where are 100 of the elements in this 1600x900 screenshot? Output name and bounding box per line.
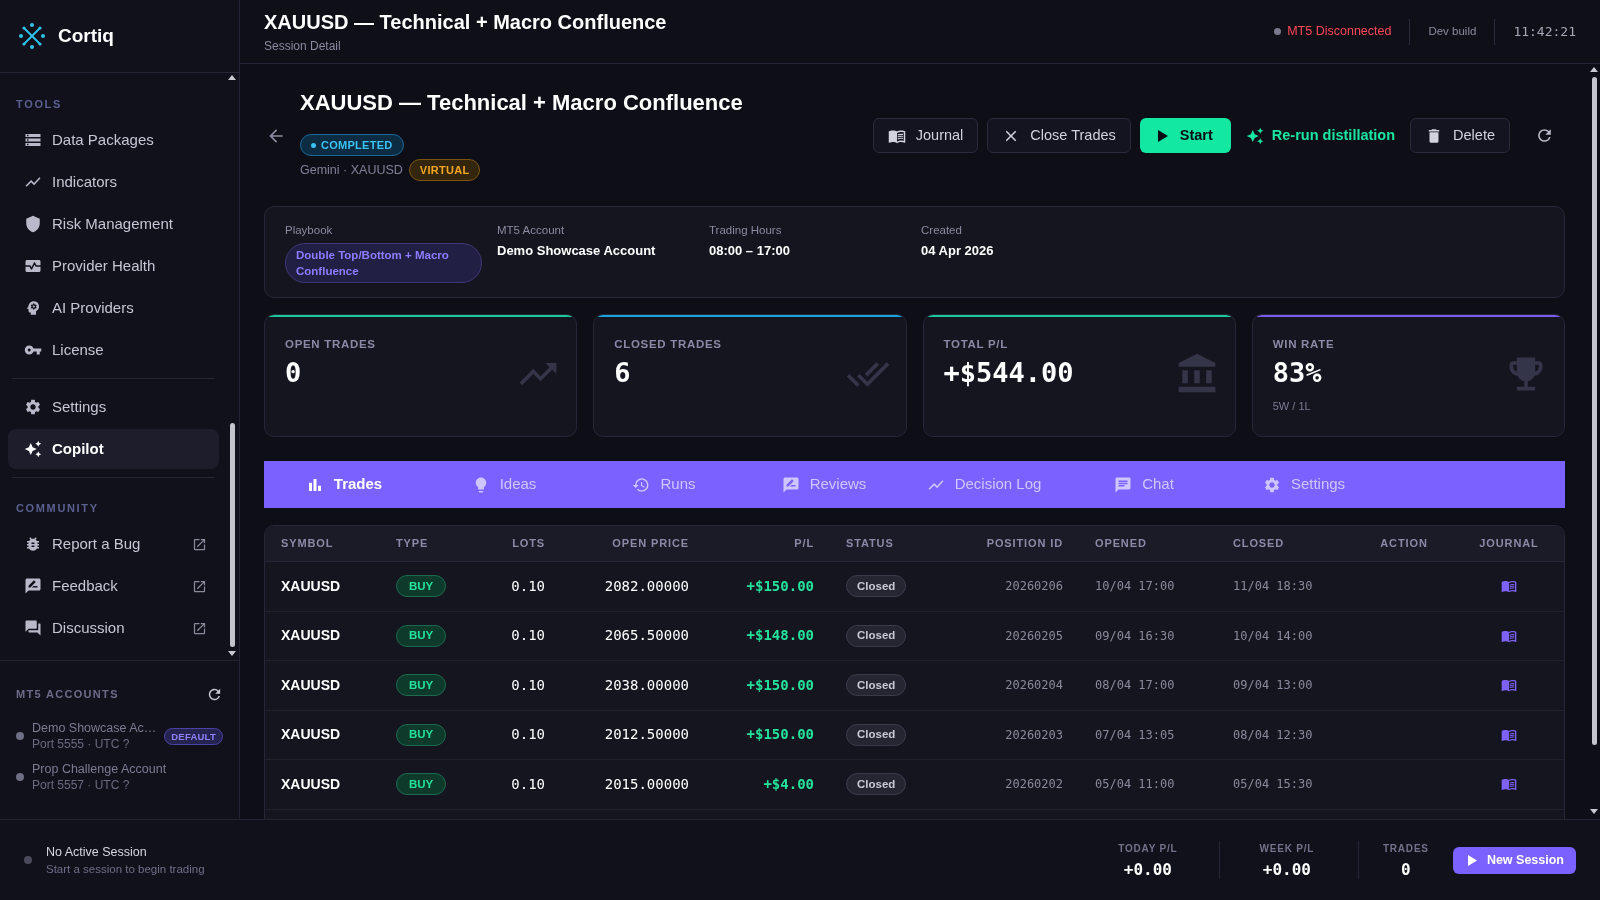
stat-value: +$544.00	[943, 356, 1074, 390]
table-cell-text: 2065.50000	[604, 626, 689, 646]
trade-type-badge: BUY	[396, 723, 447, 746]
start-button[interactable]: Start	[1139, 118, 1231, 153]
column-header: STATUS	[846, 536, 894, 552]
nav-item[interactable]: Settings	[8, 387, 219, 427]
nav-item[interactable]: Report a Bug	[8, 524, 219, 564]
table-cell-text: 2015.00000	[604, 774, 689, 794]
scroll-down-arrow-icon[interactable]	[1590, 809, 1598, 814]
nav-item[interactable]: Provider Health	[8, 246, 219, 286]
close-trades-button[interactable]: Close Trades	[987, 118, 1131, 153]
table-cell-text: 10/04 17:00	[1095, 578, 1175, 596]
speech-bubble-pencil-icon	[24, 577, 42, 595]
stat-label: TOTAL P/L	[943, 337, 1008, 352]
column-header: CLOSED	[1233, 536, 1285, 552]
detail-label: Created	[921, 223, 962, 238]
settings-icon	[24, 398, 42, 416]
delete-button[interactable]: Delete	[1410, 118, 1510, 153]
table-cell-text: +$4.00	[763, 774, 814, 794]
journal-button[interactable]	[1501, 776, 1517, 793]
nav-item[interactable]: Feedback	[8, 566, 219, 606]
new-session-button[interactable]: New Session	[1452, 846, 1576, 874]
stat-value: 6	[614, 356, 631, 390]
status-dot-icon	[311, 142, 316, 148]
column-header: TYPE	[396, 536, 429, 552]
status-badge: COMPLETED	[300, 134, 404, 156]
table-cell-text: 08/04 12:30	[1233, 726, 1313, 744]
scrollbar-thumb[interactable]	[230, 423, 235, 647]
nav-item[interactable]: Copilot	[8, 429, 219, 469]
chat-bubble-icon	[1114, 475, 1133, 494]
scroll-down-arrow-icon[interactable]	[228, 651, 236, 656]
table-cell-text: 2082.00000	[604, 576, 689, 596]
column-header: P/L	[794, 536, 814, 552]
session-hint: Start a session to begin trading	[46, 861, 205, 877]
table-cell-text: 10/04 14:00	[1233, 627, 1313, 645]
clock: 11:42:21	[1513, 22, 1576, 41]
play-icon	[1157, 129, 1168, 142]
footer-stat-label: TRADES	[1382, 841, 1429, 856]
table-cell-text: XAUUSD	[281, 725, 341, 745]
table-cell-text: 0.10	[511, 675, 545, 695]
nav-item[interactable]: AI Providers	[8, 288, 219, 328]
nav-item[interactable]: Data Packages	[8, 120, 219, 160]
playbook-tag[interactable]: Double Top/Bottom + Macro Confluence	[285, 243, 482, 283]
page-subtitle: Session Detail	[264, 37, 341, 54]
scroll-up-arrow-icon[interactable]	[1590, 67, 1598, 72]
bug-icon	[24, 535, 42, 553]
section-heading: MT5 ACCOUNTS	[16, 686, 119, 702]
status-dot-icon	[16, 732, 24, 740]
stat-value: 0	[285, 356, 302, 390]
journal-button[interactable]	[1501, 677, 1517, 694]
account-name: Demo Showcase Ac…	[32, 720, 157, 736]
session-title: XAUUSD — Technical + Macro Confluence	[300, 90, 743, 116]
status-badge: Closed	[846, 624, 907, 647]
table-cell-text: +$150.00	[746, 576, 814, 596]
column-header: LOTS	[512, 536, 545, 552]
journal-button[interactable]	[1501, 578, 1517, 595]
table-cell-text: 20260203	[1005, 726, 1063, 744]
status-dot-icon	[16, 773, 24, 781]
table-cell-text: XAUUSD	[281, 774, 341, 794]
column-header: SYMBOL	[281, 536, 334, 552]
nav-item[interactable]: Discussion	[8, 608, 219, 648]
status-badge: Closed	[846, 723, 907, 746]
table-cell-text: 11/04 18:30	[1233, 578, 1313, 596]
session-state: No Active Session	[46, 843, 147, 860]
detail-value: Demo Showcase Account	[497, 243, 656, 259]
shield-icon	[24, 215, 42, 233]
status-badge: Closed	[846, 773, 907, 796]
session-meta: Gemini · XAUUSD	[300, 161, 403, 179]
book-icon	[1501, 578, 1517, 595]
section-heading: COMMUNITY	[15, 501, 99, 516]
scroll-up-arrow-icon[interactable]	[228, 75, 236, 80]
scrollbar-thumb[interactable]	[1592, 77, 1597, 745]
stat-note: 5W / 1L	[1272, 399, 1311, 414]
table-cell-text: XAUUSD	[281, 675, 341, 695]
nav-item[interactable]: Indicators	[8, 162, 219, 202]
head-icon	[24, 299, 42, 317]
table-cell-text: 05/04 11:00	[1095, 776, 1175, 794]
table-cell-text: +$150.00	[746, 725, 814, 745]
status-dot-icon	[24, 856, 32, 864]
chat-bubbles-icon	[24, 619, 42, 637]
rerun-button[interactable]: Re-run distillation	[1243, 118, 1398, 153]
book-icon	[1501, 776, 1517, 793]
nav-item[interactable]: License	[8, 330, 219, 370]
status-badge: Closed	[846, 674, 907, 697]
table-cell-text: 0.10	[511, 576, 545, 596]
table-cell-text: 20260202	[1005, 776, 1063, 794]
table-cell-text: +$148.00	[746, 626, 814, 646]
footer-stat-label: TODAY P/L	[1118, 841, 1178, 856]
account-detail: Port 5555 · UTC ?	[32, 736, 130, 752]
account-name: Prop Challenge Account	[32, 761, 167, 777]
journal-button[interactable]: Journal	[872, 118, 979, 153]
tab[interactable]: Trades	[264, 461, 424, 508]
logo-icon	[19, 23, 45, 49]
detail-label: Playbook	[285, 223, 333, 238]
nav-item[interactable]: Risk Management	[8, 204, 219, 244]
trade-type-badge: BUY	[396, 575, 447, 598]
trade-type-badge: BUY	[396, 773, 447, 796]
connection-status: MT5 Disconnected	[1287, 23, 1392, 41]
table-cell-text: 05/04 15:30	[1233, 776, 1313, 794]
status-badge: Closed	[846, 575, 907, 598]
